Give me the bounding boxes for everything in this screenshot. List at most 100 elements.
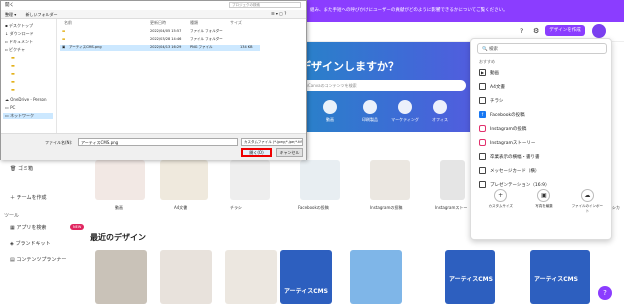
folder-tree: ▪ デスクトップ ↓ ダウンロード ▫ ドキュメント ▫ ピクチャ ▬ ▬ ▬ … — [1, 19, 57, 133]
recent-design-thumb[interactable]: アーティスCMS — [280, 250, 332, 304]
file-list: 名前 更新日時 種類 サイズ ▬ 2022/04/05 15:57 ファイル フ… — [58, 19, 306, 133]
template-label: Facebookの投稿 — [298, 205, 329, 210]
avatar[interactable] — [592, 24, 606, 38]
tree-item-pc[interactable]: ▭ PC — [5, 105, 15, 110]
instagram-icon — [479, 139, 486, 146]
custom-size-button[interactable]: + カスタムサイズ — [485, 189, 517, 214]
dropdown-item-instagram-post[interactable]: Instagramの投稿 — [479, 123, 607, 134]
cloud-upload-icon: ☁ — [580, 189, 594, 202]
hero-search-input[interactable]: お使いのCanvaのコンテンツを検索 — [286, 80, 466, 91]
dropdown-item-instagram-story[interactable]: Instagramストーリー — [479, 137, 607, 148]
dialog-title-bar: 開く プロジェクの検索 — [1, 1, 306, 10]
create-design-dropdown: 🔍 検索 おすすめ ▶ 動画 A4文書 チラシ f Facebookの投稿 Inst… — [470, 38, 612, 240]
megaphone-icon — [398, 100, 412, 114]
category-office[interactable]: オフィス — [420, 100, 460, 123]
dropdown-item-a4[interactable]: A4文書 — [479, 81, 607, 92]
recent-design-thumb[interactable]: アーティスCMS — [445, 250, 495, 304]
recent-design-thumb[interactable] — [350, 250, 402, 304]
photo-icon: ▣ — [537, 189, 551, 202]
template-instagram-thumb[interactable] — [370, 160, 410, 200]
recent-design-thumb[interactable] — [160, 250, 212, 304]
sidebar-section-tools: ツール — [4, 213, 20, 219]
tree-item-pictures[interactable]: ▫ ピクチャ — [5, 47, 25, 53]
column-size[interactable]: サイズ — [230, 20, 242, 26]
folder-icon: ▬ — [62, 37, 66, 41]
recent-design-thumb[interactable] — [225, 250, 277, 304]
video-icon: ▶ — [479, 69, 486, 76]
folder-icon[interactable]: ▬ — [11, 55, 15, 60]
dialog-footer: ファイル名(N): アーティスCMS.png カスタムファイル (*.jpeg;… — [1, 133, 306, 160]
card-icon — [479, 167, 486, 174]
dropdown-item-facebook[interactable]: f Facebookの投稿 — [479, 109, 607, 120]
dropdown-item-video[interactable]: ▶ 動画 — [479, 67, 607, 78]
recent-design-thumb[interactable]: アーティスCMS — [530, 250, 590, 304]
template-facebook-thumb[interactable] — [300, 160, 340, 200]
tree-item-documents[interactable]: ▫ ドキュメント — [5, 39, 33, 45]
new-badge: NEW — [70, 224, 85, 230]
briefcase-icon — [433, 100, 447, 114]
template-label: チラシ — [230, 205, 242, 210]
instagram-icon — [479, 125, 486, 132]
new-folder-button[interactable]: 新しいフォルダー — [26, 12, 58, 17]
facebook-icon: f — [479, 111, 486, 118]
column-type[interactable]: 種類 — [190, 20, 198, 26]
presentation-icon — [479, 181, 486, 188]
tree-item-onedrive[interactable]: ☁ OneDrive - Person — [5, 97, 47, 102]
template-video-thumb[interactable] — [95, 160, 145, 200]
dropdown-item-flyer[interactable]: チラシ — [479, 95, 607, 106]
folder-icon[interactable]: ▬ — [11, 71, 15, 76]
image-file-icon: ▣ — [62, 45, 66, 49]
tree-item-downloads[interactable]: ↓ ダウンロード — [5, 31, 34, 37]
create-design-button[interactable]: デザインを作成 — [545, 25, 585, 36]
template-a4-thumb[interactable] — [160, 160, 208, 200]
dropdown-item-document[interactable]: 卒業表示の横幅・書り書 — [479, 151, 607, 162]
open-button[interactable]: 開く(O) — [241, 148, 272, 157]
tree-item-desktop[interactable]: ▪ デスクトップ — [5, 23, 33, 29]
dropdown-search-input[interactable]: 🔍 検索 — [477, 43, 607, 54]
import-file-button[interactable]: ☁ ファイルのインポート — [571, 189, 603, 214]
organize-button[interactable]: 整理 ▾ — [5, 12, 16, 17]
category-print[interactable]: 印刷製品 — [350, 100, 390, 123]
edit-photo-button[interactable]: ▣ 写真を編集 — [528, 189, 560, 214]
recent-design-thumb[interactable] — [95, 250, 147, 304]
template-label: Instagramの投稿 — [370, 205, 403, 210]
file-row[interactable]: ▬ 2022/04/05 15:57 ファイル フォルダー — [60, 29, 260, 35]
folder-icon[interactable]: ▬ — [11, 63, 15, 68]
file-row-selected[interactable]: ▣ アーティスCMS.png 2022/04/13 16:29 PNG ファイル… — [60, 45, 260, 51]
sidebar-item-create-team[interactable]: ＋ チームを作成 — [10, 194, 46, 201]
column-name[interactable]: 名前 — [64, 20, 72, 26]
plus-icon: + — [494, 189, 508, 202]
view-icon[interactable]: ☰ ▾ ▢ ? — [271, 11, 286, 16]
sidebar-item-content-planner[interactable]: ▤ コンテンツプランナー — [10, 256, 66, 263]
column-date[interactable]: 更新日時 — [150, 20, 166, 26]
filetype-select[interactable]: カスタムファイル (*.jpeg;*.jpe;*.tif;*.gif — [241, 138, 303, 146]
dropdown-item-message-card[interactable]: メッセージカード（横） — [479, 165, 607, 176]
banner-text: 組み、また手短への呼びかけにユーザーの貢献がどのように影響できるかについてご覧く… — [310, 8, 508, 13]
dialog-title: 開く — [5, 3, 14, 8]
folder-icon[interactable]: ▬ — [11, 87, 15, 92]
help-icon[interactable]: ? — [520, 28, 523, 35]
tree-item-network[interactable]: ▭ ネットワーク — [3, 113, 53, 119]
flyer-icon — [479, 97, 486, 104]
cancel-button[interactable]: キャンセル — [276, 148, 303, 157]
category-marketing[interactable]: マーケティング — [385, 100, 425, 123]
template-flyer-thumb[interactable] — [230, 160, 270, 200]
file-row[interactable]: ▬ 2022/03/28 14:46 ファイル フォルダー — [60, 37, 260, 43]
template-label: 動画 — [115, 205, 123, 210]
help-button[interactable]: ? — [598, 286, 612, 300]
sidebar-item-apps[interactable]: ▦ アプリを検索 — [10, 224, 46, 231]
file-open-dialog: 開く プロジェクの検索 整理 ▾ 新しいフォルダー ☰ ▾ ▢ ? ▪ デスクト… — [0, 0, 307, 160]
video-icon — [323, 100, 337, 114]
category-video[interactable]: 動画 — [310, 100, 350, 123]
print-icon — [363, 100, 377, 114]
dialog-search-input[interactable]: プロジェクの検索 — [229, 2, 301, 8]
sidebar-item-trash[interactable]: 🗑 ゴミ箱 — [10, 165, 33, 172]
gear-icon[interactable]: ⚙ — [533, 27, 539, 35]
folder-icon[interactable]: ▬ — [11, 79, 15, 84]
template-label: Instagramストー — [435, 205, 468, 210]
template-story-thumb[interactable] — [440, 160, 465, 200]
dialog-toolbar: 整理 ▾ 新しいフォルダー ☰ ▾ ▢ ? — [1, 10, 306, 19]
doc-icon — [479, 83, 486, 90]
sidebar-item-brand-kit[interactable]: ◈ ブランドキット — [10, 240, 50, 247]
filename-input[interactable]: アーティスCMS.png — [78, 138, 238, 146]
